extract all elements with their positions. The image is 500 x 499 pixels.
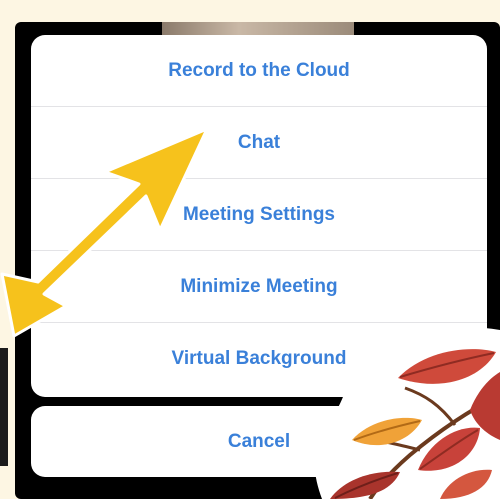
double-headed-arrow-icon bbox=[0, 127, 209, 338]
autumn-leaves-icon bbox=[314, 327, 500, 499]
annotation-overlay bbox=[0, 127, 500, 499]
